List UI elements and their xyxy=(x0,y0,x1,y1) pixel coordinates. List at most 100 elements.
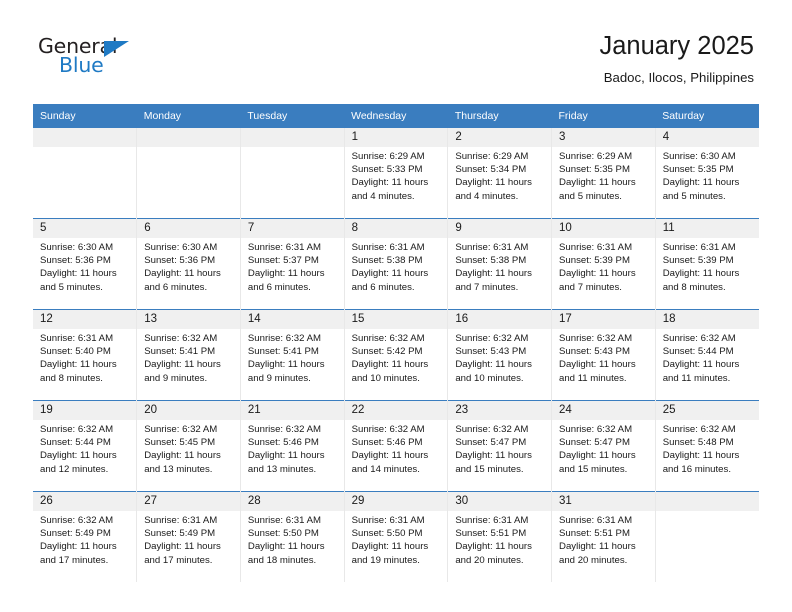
calendar-day-cell[interactable]: 11 Sunrise: 6:31 AM Sunset: 5:39 PM Dayligh… xyxy=(654,218,759,310)
day-cell-content: 19 Sunrise: 6:32 AM Sunset: 5:44 PM Dayligh… xyxy=(33,401,137,491)
sunset-text: Sunset: 5:40 PM xyxy=(40,346,111,358)
day-number: 4 xyxy=(655,128,759,147)
daylight-text: Daylight: 11 hours and 5 minutes. xyxy=(662,177,740,202)
calendar-day-cell[interactable]: 2 Sunrise: 6:29 AM Sunset: 5:34 PM Daylight… xyxy=(447,128,552,219)
calendar-day-cell[interactable]: 28 Sunrise: 6:31 AM Sunset: 5:50 PM Dayligh… xyxy=(239,491,345,582)
sunrise-text: Sunrise: 6:32 AM xyxy=(247,333,321,344)
day-number: 6 xyxy=(137,219,240,238)
sunrise-text: Sunrise: 6:32 AM xyxy=(662,424,736,435)
calendar-day-cell[interactable]: 16 Sunrise: 6:32 AM Sunset: 5:43 PM Dayligh… xyxy=(447,309,552,401)
calendar-day-cell[interactable]: 19 Sunrise: 6:32 AM Sunset: 5:44 PM Dayligh… xyxy=(33,400,137,492)
sunrise-text: Sunrise: 6:32 AM xyxy=(559,333,633,344)
day-number: 18 xyxy=(655,310,759,329)
calendar-day-cell[interactable]: 31 Sunrise: 6:31 AM Sunset: 5:51 PM Dayligh… xyxy=(551,491,656,582)
daylight-text: Daylight: 11 hours and 19 minutes. xyxy=(351,541,429,566)
day-number: 5 xyxy=(33,219,137,238)
day-details: Sunrise: 6:32 AM Sunset: 5:44 PM Daylight:… xyxy=(656,329,759,385)
day-cell-content xyxy=(137,128,240,218)
day-details: Sunrise: 6:32 AM Sunset: 5:47 PM Daylight:… xyxy=(552,420,655,476)
sunrise-text: Sunrise: 6:32 AM xyxy=(351,333,425,344)
calendar-day-cell[interactable]: 9 Sunrise: 6:31 AM Sunset: 5:38 PM Daylight… xyxy=(447,218,552,310)
calendar-day-cell[interactable]: 12 Sunrise: 6:31 AM Sunset: 5:40 PM Dayligh… xyxy=(33,309,137,401)
day-number: 13 xyxy=(137,310,240,329)
calendar-day-cell[interactable] xyxy=(33,128,137,219)
calendar-day-cell[interactable]: 27 Sunrise: 6:31 AM Sunset: 5:49 PM Dayligh… xyxy=(136,491,241,582)
daylight-text: Daylight: 11 hours and 17 minutes. xyxy=(144,541,221,566)
day-cell-content: 25 Sunrise: 6:32 AM Sunset: 5:48 PM Dayligh… xyxy=(655,401,759,491)
daylight-text: Daylight: 11 hours and 8 minutes. xyxy=(662,268,740,293)
sunrise-text: Sunrise: 6:31 AM xyxy=(247,515,321,526)
calendar-day-cell[interactable]: 22 Sunrise: 6:32 AM Sunset: 5:46 PM Dayligh… xyxy=(343,400,448,492)
sunrise-text: Sunrise: 6:31 AM xyxy=(144,515,218,526)
calendar-day-cell[interactable]: 29 Sunrise: 6:31 AM Sunset: 5:50 PM Dayligh… xyxy=(343,491,448,582)
calendar-day-cell[interactable]: 13 Sunrise: 6:32 AM Sunset: 5:41 PM Dayligh… xyxy=(136,309,241,401)
weekday-header-saturday: Saturday xyxy=(655,104,759,128)
daylight-text: Daylight: 11 hours and 10 minutes. xyxy=(455,359,532,384)
daylight-text: Daylight: 11 hours and 10 minutes. xyxy=(351,359,429,384)
calendar-day-cell[interactable]: 1 Sunrise: 6:29 AM Sunset: 5:33 PM Daylight… xyxy=(343,128,448,219)
calendar-day-cell[interactable]: 18 Sunrise: 6:32 AM Sunset: 5:44 PM Dayligh… xyxy=(654,309,759,401)
day-number: 3 xyxy=(552,128,655,147)
calendar-day-cell[interactable]: 30 Sunrise: 6:31 AM Sunset: 5:51 PM Dayligh… xyxy=(447,491,552,582)
sunrise-text: Sunrise: 6:31 AM xyxy=(351,515,425,526)
calendar-day-cell[interactable]: 14 Sunrise: 6:32 AM Sunset: 5:41 PM Dayligh… xyxy=(239,309,345,401)
sunset-text: Sunset: 5:39 PM xyxy=(662,255,734,267)
calendar-day-cell[interactable] xyxy=(239,128,345,219)
daylight-text: Daylight: 11 hours and 14 minutes. xyxy=(351,450,429,475)
day-cell-content xyxy=(33,128,137,218)
day-number: 29 xyxy=(344,492,448,511)
calendar-day-cell[interactable]: 7 Sunrise: 6:31 AM Sunset: 5:37 PM Daylight… xyxy=(239,218,345,310)
calendar-day-cell[interactable]: 24 Sunrise: 6:32 AM Sunset: 5:47 PM Dayligh… xyxy=(551,400,656,492)
calendar-day-cell[interactable]: 17 Sunrise: 6:32 AM Sunset: 5:43 PM Dayligh… xyxy=(551,309,656,401)
calendar-day-cell[interactable]: 20 Sunrise: 6:32 AM Sunset: 5:45 PM Dayligh… xyxy=(136,400,241,492)
day-details: Sunrise: 6:32 AM Sunset: 5:42 PM Daylight:… xyxy=(345,329,448,385)
daylight-text: Daylight: 11 hours and 11 minutes. xyxy=(662,359,740,384)
day-details: Sunrise: 6:31 AM Sunset: 5:37 PM Daylight:… xyxy=(241,238,344,294)
sunset-text: Sunset: 5:49 PM xyxy=(144,528,216,540)
calendar-day-cell[interactable]: 15 Sunrise: 6:32 AM Sunset: 5:42 PM Dayligh… xyxy=(343,309,448,401)
daylight-text: Daylight: 11 hours and 20 minutes. xyxy=(559,541,636,566)
daylight-text: Daylight: 11 hours and 4 minutes. xyxy=(455,177,532,202)
day-number: 30 xyxy=(448,492,552,511)
day-number: 10 xyxy=(552,219,655,238)
sunset-text: Sunset: 5:35 PM xyxy=(662,164,734,176)
day-details: Sunrise: 6:31 AM Sunset: 5:38 PM Daylight:… xyxy=(448,238,551,294)
day-number: 20 xyxy=(137,401,240,420)
day-details: Sunrise: 6:32 AM Sunset: 5:43 PM Daylight:… xyxy=(552,329,655,385)
calendar-day-cell[interactable] xyxy=(136,128,241,219)
sunset-text: Sunset: 5:46 PM xyxy=(351,437,423,449)
day-details: Sunrise: 6:31 AM Sunset: 5:39 PM Daylight:… xyxy=(656,238,759,294)
calendar-day-cell[interactable]: 8 Sunrise: 6:31 AM Sunset: 5:38 PM Daylight… xyxy=(343,218,448,310)
calendar-day-cell[interactable]: 10 Sunrise: 6:31 AM Sunset: 5:39 PM Dayligh… xyxy=(551,218,656,310)
day-details: Sunrise: 6:29 AM Sunset: 5:33 PM Daylight:… xyxy=(345,147,448,203)
calendar-day-cell[interactable]: 23 Sunrise: 6:32 AM Sunset: 5:47 PM Dayligh… xyxy=(447,400,552,492)
daylight-text: Daylight: 11 hours and 8 minutes. xyxy=(40,359,117,384)
day-number xyxy=(33,128,137,147)
day-number: 16 xyxy=(448,310,552,329)
day-number: 25 xyxy=(655,401,759,420)
sunset-text: Sunset: 5:42 PM xyxy=(351,346,423,358)
calendar-day-cell[interactable]: 21 Sunrise: 6:32 AM Sunset: 5:46 PM Dayligh… xyxy=(239,400,345,492)
sunset-text: Sunset: 5:41 PM xyxy=(144,346,216,358)
logo-text-blue: Blue xyxy=(59,53,104,77)
calendar-day-cell[interactable]: 26 Sunrise: 6:32 AM Sunset: 5:49 PM Dayligh… xyxy=(33,491,137,582)
daylight-text: Daylight: 11 hours and 13 minutes. xyxy=(144,450,221,475)
calendar-week-row: 1 Sunrise: 6:29 AM Sunset: 5:33 PM Daylight… xyxy=(33,128,759,219)
day-details: Sunrise: 6:31 AM Sunset: 5:51 PM Daylight:… xyxy=(448,511,551,567)
day-details: Sunrise: 6:31 AM Sunset: 5:50 PM Daylight:… xyxy=(241,511,344,567)
calendar-day-cell[interactable]: 3 Sunrise: 6:29 AM Sunset: 5:35 PM Daylight… xyxy=(551,128,656,219)
calendar-day-cell[interactable]: 6 Sunrise: 6:30 AM Sunset: 5:36 PM Daylight… xyxy=(136,218,241,310)
daylight-text: Daylight: 11 hours and 12 minutes. xyxy=(40,450,117,475)
sunset-text: Sunset: 5:43 PM xyxy=(455,346,527,358)
daylight-text: Daylight: 11 hours and 9 minutes. xyxy=(144,359,221,384)
sunset-text: Sunset: 5:34 PM xyxy=(455,164,527,176)
calendar-day-cell[interactable]: 5 Sunrise: 6:30 AM Sunset: 5:36 PM Daylight… xyxy=(33,218,137,310)
sunrise-text: Sunrise: 6:31 AM xyxy=(455,515,529,526)
calendar-day-cell[interactable]: 4 Sunrise: 6:30 AM Sunset: 5:35 PM Daylight… xyxy=(654,128,759,219)
sunset-text: Sunset: 5:36 PM xyxy=(144,255,216,267)
calendar-day-cell[interactable]: 25 Sunrise: 6:32 AM Sunset: 5:48 PM Dayligh… xyxy=(654,400,759,492)
calendar-day-cell[interactable] xyxy=(654,491,759,582)
day-number xyxy=(655,492,759,511)
calendar-header-row: Sunday Monday Tuesday Wednesday Thursday… xyxy=(33,104,759,128)
day-cell-content: 24 Sunrise: 6:32 AM Sunset: 5:47 PM Dayligh… xyxy=(552,401,655,491)
